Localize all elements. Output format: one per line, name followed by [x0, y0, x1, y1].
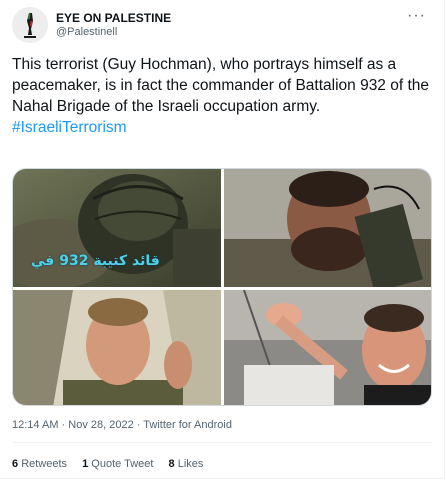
photo-2[interactable] — [224, 169, 431, 287]
retweets-stat[interactable]: 6 Retweets — [12, 458, 67, 470]
meta-separator: · — [58, 419, 69, 431]
tweet-source[interactable]: Twitter for Android — [143, 419, 232, 431]
tweet-date[interactable]: Nov 28, 2022 — [68, 419, 133, 431]
media-grid: قائد كتيبة 932 في — [12, 168, 432, 406]
more-options-icon[interactable]: ··· — [407, 8, 426, 24]
photo-3[interactable] — [13, 290, 221, 405]
user-handle[interactable]: @Palestinell — [56, 25, 171, 40]
tweet-body: This terrorist (Guy Hochman), who portra… — [12, 56, 430, 115]
avatar[interactable] — [12, 7, 48, 43]
tweet-card: EYE ON PALESTINE @Palestinell ··· This t… — [0, 0, 445, 479]
photo-4[interactable] — [224, 290, 431, 405]
quotes-count: 1 — [82, 458, 89, 470]
tweet-meta: 12:14 AM · Nov 28, 2022 · Twitter for An… — [12, 419, 232, 431]
tweet-stats: 6 Retweets 1 Quote Tweet 8 Likes — [12, 458, 215, 470]
likes-count: 8 — [168, 458, 175, 470]
tweet-text: This terrorist (Guy Hochman), who portra… — [12, 54, 430, 138]
photo-1[interactable]: قائد كتيبة 932 في — [13, 169, 221, 287]
tweet-time[interactable]: 12:14 AM — [12, 419, 58, 431]
quote-tweets-stat[interactable]: 1 Quote Tweet — [82, 458, 153, 470]
likes-stat[interactable]: 8 Likes — [169, 458, 204, 470]
retweets-count: 6 — [12, 458, 19, 470]
hashtag-link[interactable]: #IsraeliTerrorism — [12, 119, 127, 136]
divider — [12, 442, 432, 443]
likes-label: Likes — [177, 458, 204, 470]
retweets-label: Retweets — [21, 458, 68, 470]
eye-on-palestine-logo-icon — [12, 7, 48, 43]
display-name[interactable]: EYE ON PALESTINE — [56, 11, 171, 25]
photo-caption: قائد كتيبة 932 في — [31, 253, 160, 269]
tweet-header: EYE ON PALESTINE @Palestinell ··· — [12, 7, 432, 47]
quotes-label: Quote Tweet — [91, 458, 154, 470]
meta-separator: · — [133, 419, 144, 431]
